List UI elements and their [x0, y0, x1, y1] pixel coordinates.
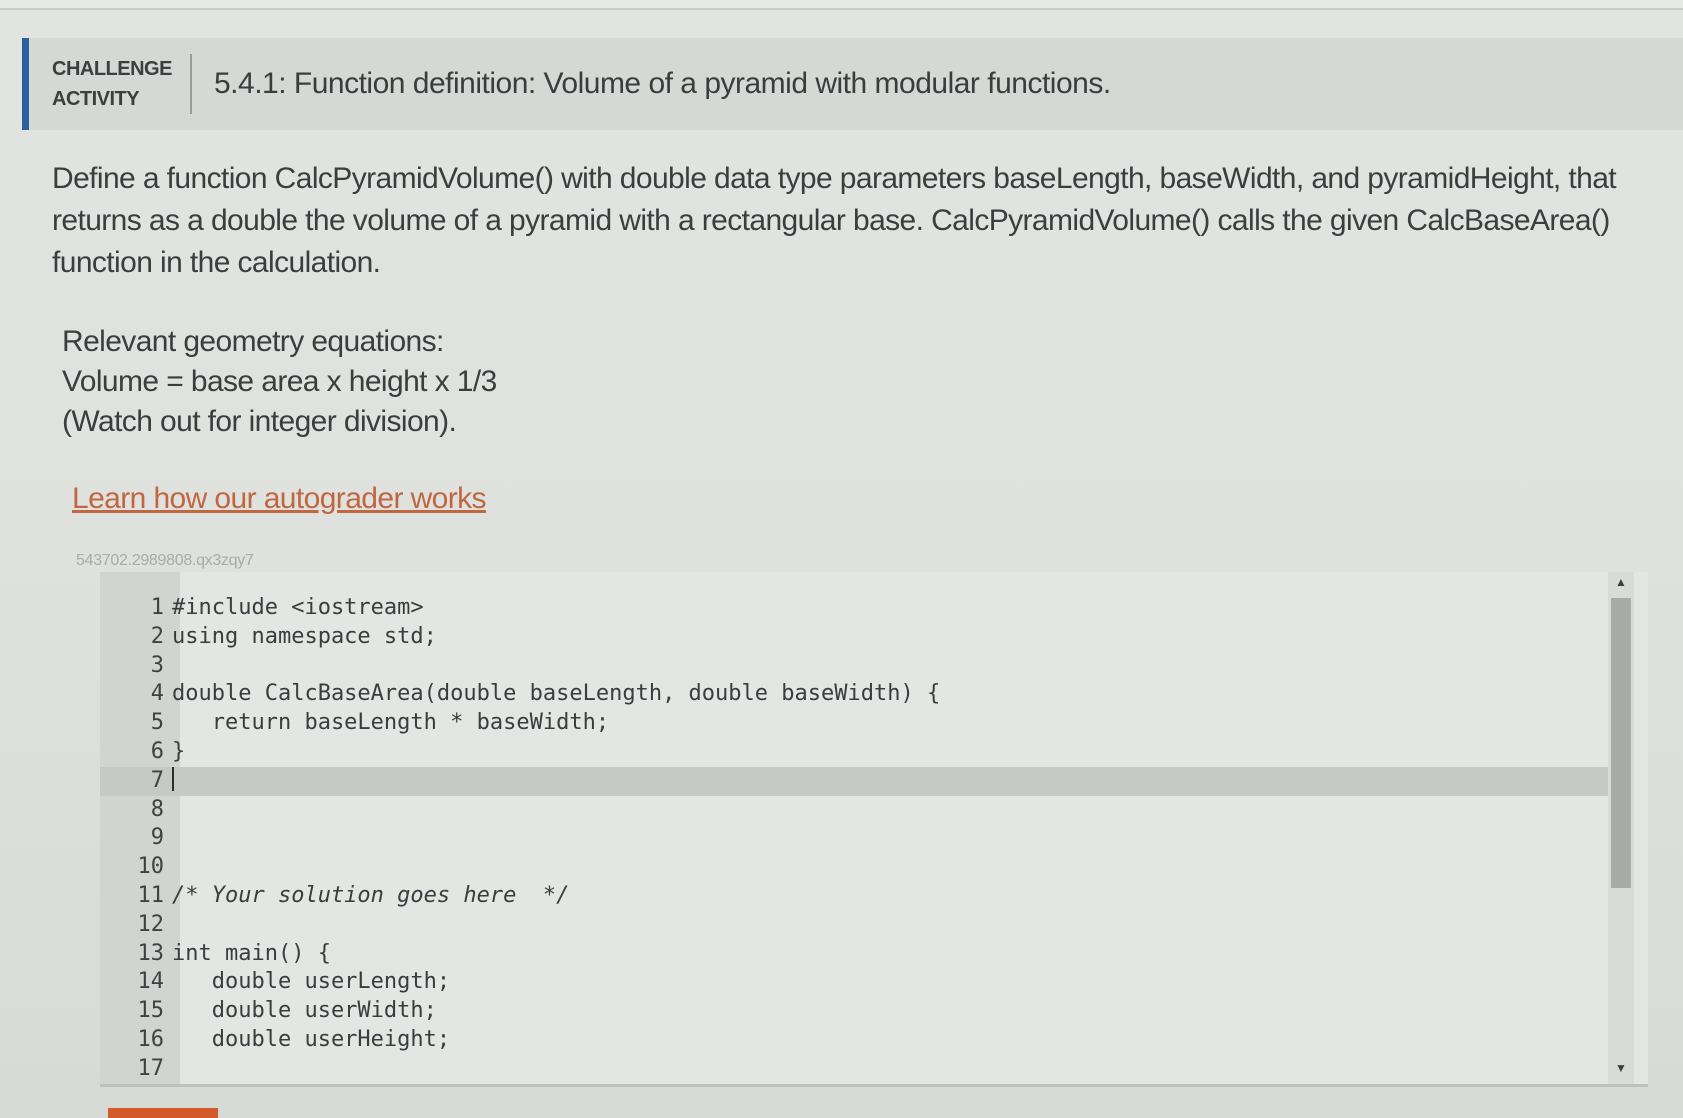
line-code[interactable]: double userWidth;: [172, 997, 1620, 1026]
activity-title: 5.4.1: Function definition: Volume of a …: [214, 67, 1111, 100]
editor-scrollbar[interactable]: ▲ ▼: [1608, 572, 1634, 1084]
volume-formula: Volume = base area x height x 1/3: [62, 365, 497, 398]
line-code[interactable]: [172, 853, 1620, 882]
line-code[interactable]: [174, 767, 1620, 796]
line-number: 13: [137, 940, 165, 966]
header-divider: [190, 54, 192, 114]
line-number: 11: [137, 882, 165, 908]
top-strip: [0, 0, 1683, 10]
geometry-equations: Relevant geometry equations: Volume = ba…: [62, 322, 497, 442]
line-number: 6: [150, 738, 164, 764]
line-number: 16: [137, 1026, 165, 1052]
activity-id: 543702.2989808.qx3zqy7: [76, 552, 254, 569]
code-line[interactable]: 1 #include <iostream>: [100, 594, 1620, 623]
code-line[interactable]: 17: [100, 1055, 1620, 1084]
line-number: 2: [150, 623, 164, 649]
line-number: 7: [150, 767, 164, 793]
line-code[interactable]: #include <iostream>: [172, 594, 1620, 623]
code-line[interactable]: 13 int main() {: [100, 940, 1620, 969]
line-code[interactable]: [172, 911, 1620, 940]
integer-division-note: (Watch out for integer division).: [62, 405, 457, 438]
line-number: 8: [150, 796, 164, 822]
code-line[interactable]: 4 double CalcBaseArea(double baseLength, …: [100, 680, 1620, 709]
page: CHALLENGE ACTIVITY 5.4.1: Function defin…: [0, 0, 1683, 1118]
line-number: 5: [150, 710, 164, 736]
line-number: 17: [137, 1055, 165, 1081]
line-code[interactable]: double userLength;: [172, 968, 1620, 997]
scroll-up-arrow-icon[interactable]: ▲: [1608, 572, 1634, 592]
code-line[interactable]: 14 double userLength;: [100, 968, 1620, 997]
scroll-down-arrow-icon[interactable]: ▼: [1608, 1058, 1634, 1078]
line-number: 14: [137, 969, 165, 995]
line-code[interactable]: [172, 652, 1620, 681]
code-line[interactable]: 8: [100, 796, 1620, 825]
badge-line-1: CHALLENGE: [52, 58, 172, 80]
line-code[interactable]: double CalcBaseArea(double baseLength, d…: [172, 680, 1620, 709]
line-number: 10: [137, 854, 165, 880]
code-line[interactable]: 10: [100, 853, 1620, 882]
line-code[interactable]: using namespace std;: [172, 623, 1620, 652]
code-line[interactable]: 5 return baseLength * baseWidth;: [100, 709, 1620, 738]
line-number: 12: [137, 911, 165, 937]
code-line[interactable]: 16 double userHeight;: [100, 1026, 1620, 1055]
line-code[interactable]: [172, 1055, 1620, 1084]
badge-line-2: ACTIVITY: [52, 88, 140, 110]
line-code[interactable]: }: [172, 738, 1620, 767]
header-accent-bar: [22, 38, 29, 130]
line-code[interactable]: [172, 796, 1620, 825]
problem-description: Define a function CalcPyramidVolume() wi…: [52, 162, 1617, 279]
equations-heading: Relevant geometry equations:: [62, 325, 444, 358]
code-line[interactable]: 3: [100, 652, 1620, 681]
line-number: 4: [150, 681, 164, 707]
code-line[interactable]: 12: [100, 911, 1620, 940]
run-button[interactable]: [108, 1108, 218, 1118]
line-code[interactable]: double userHeight;: [172, 1026, 1620, 1055]
line-number: 3: [150, 652, 164, 678]
code-line[interactable]: 2 using namespace std;: [100, 623, 1620, 652]
line-number: 15: [137, 998, 165, 1024]
code-line[interactable]: 9: [100, 824, 1620, 853]
line-code[interactable]: /* Your solution goes here */: [172, 882, 1620, 911]
code-line[interactable]: 11 /* Your solution goes here */: [100, 882, 1620, 911]
line-code[interactable]: [172, 824, 1620, 853]
line-number: 1: [150, 595, 164, 620]
scrollbar-thumb[interactable]: [1611, 598, 1631, 888]
code-line[interactable]: 7: [100, 766, 1620, 796]
code-line[interactable]: 6}: [100, 738, 1620, 767]
autograder-link[interactable]: Learn how our autograder works: [72, 482, 487, 516]
line-code[interactable]: return baseLength * baseWidth;: [172, 709, 1620, 738]
code-editor[interactable]: 1 #include <iostream> 2 using namespace std…: [100, 572, 1648, 1087]
line-code[interactable]: int main() {: [172, 940, 1620, 969]
code-lines[interactable]: 1 #include <iostream> 2 using namespace std…: [100, 594, 1620, 1084]
line-number: 9: [150, 825, 164, 851]
code-line[interactable]: 15 double userWidth;: [100, 997, 1620, 1026]
challenge-activity-badge: CHALLENGE ACTIVITY: [52, 54, 172, 114]
challenge-header: CHALLENGE ACTIVITY 5.4.1: Function defin…: [22, 38, 1683, 130]
